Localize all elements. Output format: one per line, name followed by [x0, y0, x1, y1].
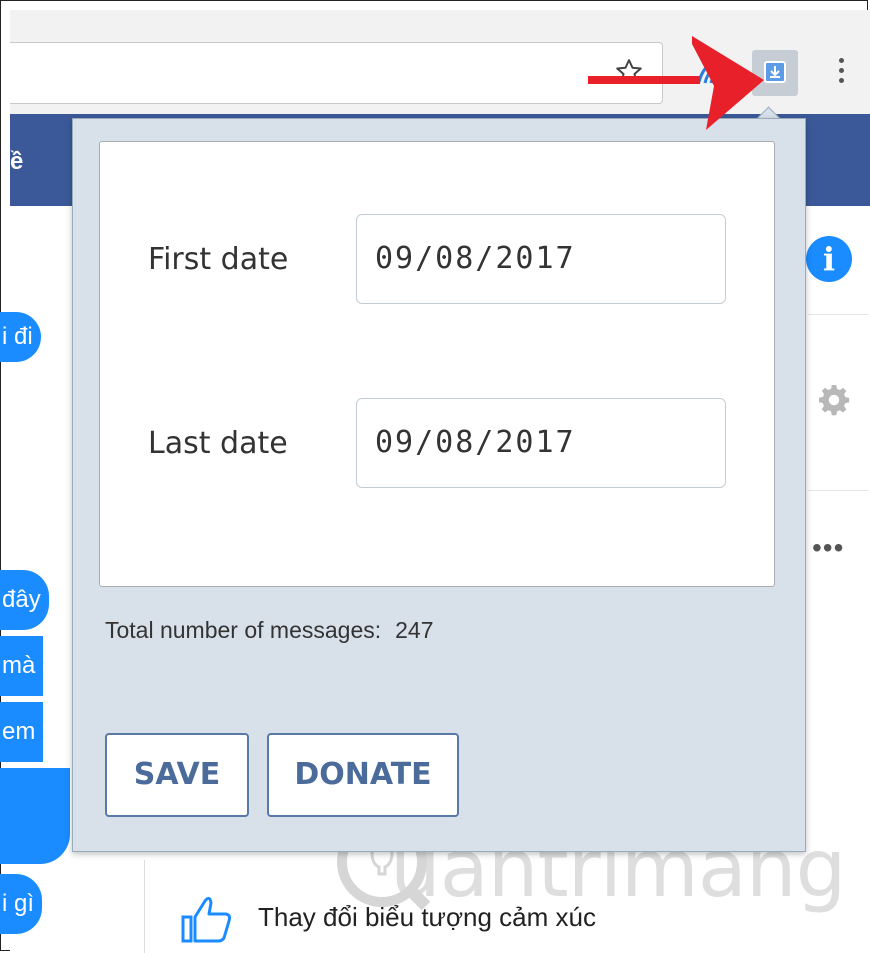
message-count-row: Total number of messages: 247: [105, 617, 434, 644]
more-options-icon[interactable]: •••: [812, 532, 844, 564]
message-bubble: em: [0, 702, 44, 762]
message-bubble: đây: [0, 570, 49, 630]
browser-menu-icon[interactable]: [836, 58, 846, 90]
thumbs-up-icon[interactable]: [180, 893, 234, 945]
header-partial-label: ề: [10, 148, 24, 175]
date-range-panel: First date 09/08/2017 Last date 09/08/20…: [99, 141, 775, 587]
extension-popup: First date 09/08/2017 Last date 09/08/20…: [72, 118, 806, 852]
column-divider: [144, 860, 145, 953]
total-messages-value: 247: [395, 617, 434, 643]
donate-button[interactable]: DONATE: [267, 733, 459, 817]
download-icon: [764, 61, 786, 83]
divider: [808, 490, 868, 491]
info-icon[interactable]: i: [806, 236, 852, 282]
gear-icon[interactable]: [816, 382, 852, 418]
total-messages-label: Total number of messages:: [105, 617, 382, 643]
message-bubble: mà: [0, 636, 44, 696]
red-arrow-annotation: [588, 36, 764, 130]
first-date-input[interactable]: 09/08/2017: [356, 214, 726, 304]
browser-tabstrip: [10, 10, 870, 34]
message-bubble-empty: [0, 768, 70, 864]
first-date-label: First date: [148, 242, 289, 277]
last-date-label: Last date: [148, 426, 288, 461]
last-date-input[interactable]: 09/08/2017: [356, 398, 726, 488]
save-button[interactable]: SAVE: [105, 733, 249, 817]
divider: [808, 314, 868, 315]
address-bar[interactable]: [10, 42, 663, 104]
